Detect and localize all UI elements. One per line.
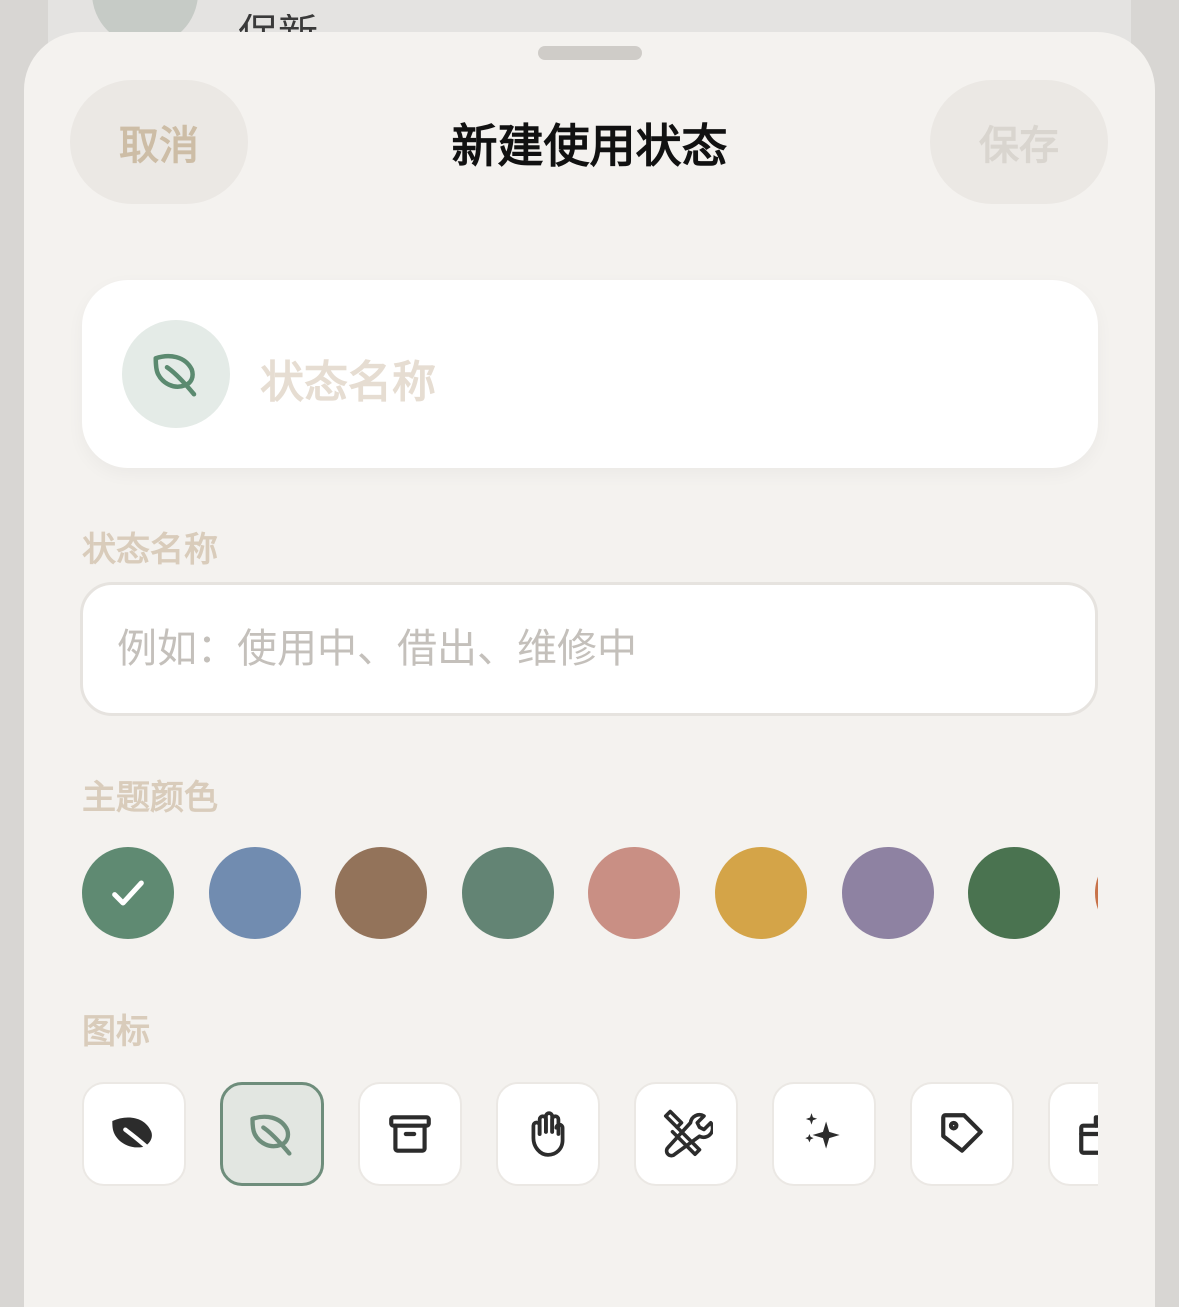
icon-option-package[interactable] bbox=[1048, 1082, 1098, 1186]
status-preview-card: 状态名称 bbox=[82, 280, 1098, 468]
color-section-label: 主题颜色 bbox=[82, 778, 218, 818]
icon-option-tools[interactable] bbox=[634, 1082, 738, 1186]
color-swatch[interactable] bbox=[715, 847, 807, 939]
sheet-grabber[interactable] bbox=[538, 46, 642, 60]
leaf-filled-icon bbox=[112, 1117, 156, 1156]
icon-option-hand[interactable] bbox=[496, 1082, 600, 1186]
leaf-outline-icon bbox=[153, 353, 197, 397]
new-status-sheet: 取消 新建使用状态 保存 状态名称 状态名称 主题颜色 图标 bbox=[24, 32, 1155, 1307]
hand-icon bbox=[531, 1111, 565, 1157]
package-icon bbox=[1079, 1115, 1098, 1155]
background-title-fragment: 保新 bbox=[238, 14, 318, 34]
color-swatch[interactable] bbox=[1094, 847, 1098, 939]
color-swatch[interactable] bbox=[461, 847, 554, 939]
color-swatch[interactable] bbox=[208, 847, 301, 939]
icon-picker-row bbox=[82, 1080, 1098, 1190]
color-swatch[interactable] bbox=[335, 847, 428, 939]
preview-status-name: 状态名称 bbox=[260, 357, 436, 408]
color-swatch[interactable] bbox=[968, 847, 1061, 939]
tag-icon bbox=[941, 1113, 983, 1153]
icon-option-sparkles[interactable] bbox=[772, 1082, 876, 1186]
icon-option-tag[interactable] bbox=[910, 1082, 1014, 1186]
icon-option-leaf-filled[interactable] bbox=[82, 1082, 186, 1186]
color-swatch[interactable] bbox=[82, 847, 174, 939]
save-button[interactable]: 保存 bbox=[930, 80, 1108, 204]
sparkles-icon bbox=[805, 1113, 840, 1149]
icon-option-leaf-outline[interactable] bbox=[220, 1082, 324, 1186]
leaf-outline-icon bbox=[250, 1114, 292, 1156]
preview-icon-circle bbox=[122, 320, 230, 428]
tools-icon bbox=[663, 1109, 713, 1158]
name-section-label: 状态名称 bbox=[82, 530, 218, 570]
color-swatch[interactable] bbox=[841, 847, 934, 939]
archive-box-icon bbox=[389, 1115, 431, 1153]
icon-option-archive-box[interactable] bbox=[358, 1082, 462, 1186]
icon-section-label: 图标 bbox=[82, 1012, 150, 1052]
checkmark-icon bbox=[112, 880, 144, 906]
color-swatch[interactable] bbox=[588, 847, 681, 939]
status-name-input[interactable] bbox=[80, 582, 1098, 716]
color-swatch-row bbox=[82, 847, 1098, 939]
